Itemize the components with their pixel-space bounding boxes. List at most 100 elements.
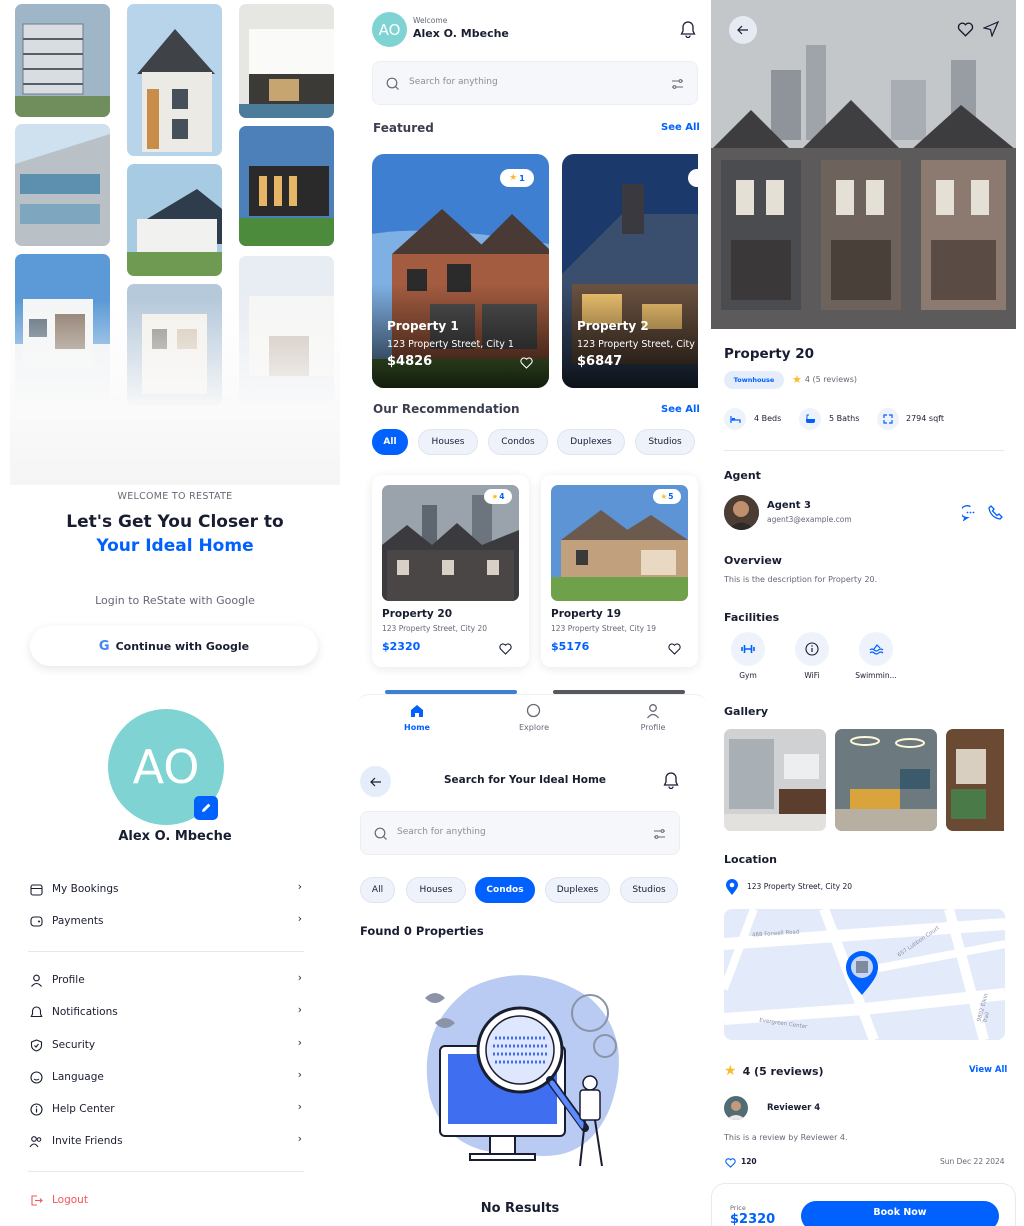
tab-profile[interactable]: Profile <box>628 703 678 732</box>
recommendation-see-all[interactable]: See All <box>661 404 700 415</box>
calendar-icon <box>28 881 44 897</box>
beds-count: 4 Beds <box>754 414 782 423</box>
arrow-left-icon <box>737 25 748 35</box>
location-map[interactable]: 488 Forwell Road 657 Lubbon Court Evergr… <box>724 909 1005 1040</box>
book-now-button[interactable]: Book Now <box>801 1201 999 1226</box>
search-bar[interactable]: Search for anything <box>372 61 698 105</box>
detail-back-button[interactable] <box>729 16 757 44</box>
menu-my-bookings[interactable]: My Bookings › <box>28 878 306 900</box>
phone-icon[interactable] <box>988 505 1003 520</box>
heart-icon[interactable] <box>725 1158 736 1168</box>
property-hero-image <box>711 0 1016 329</box>
filter-icon[interactable] <box>653 828 666 840</box>
collage-fade <box>10 300 340 485</box>
overview-title: Overview <box>724 554 782 567</box>
gallery-image-3[interactable] <box>946 729 1004 831</box>
filter-chip-condos[interactable]: Condos <box>475 877 535 903</box>
rating-badge: ★ 1 <box>500 169 534 187</box>
detail-divider <box>724 450 1004 451</box>
menu-label: Invite Friends <box>52 1135 123 1147</box>
chevron-right-icon: › <box>297 1101 302 1113</box>
rating-value: 1 <box>519 173 525 183</box>
search-input[interactable]: Search for anything <box>397 827 486 837</box>
heart-icon[interactable] <box>499 643 512 655</box>
menu-security[interactable]: Security › <box>28 1034 306 1056</box>
person-icon <box>646 704 660 719</box>
filter-chip-condos[interactable]: Condos <box>488 429 548 455</box>
search-icon <box>386 77 399 90</box>
review-likes: 120 <box>741 1157 757 1166</box>
menu-divider <box>28 1171 304 1172</box>
agent-section-title: Agent <box>724 469 761 482</box>
pencil-icon <box>202 803 211 812</box>
headline-line-1: Let's Get You Closer to <box>66 512 284 532</box>
menu-label: My Bookings <box>52 883 119 895</box>
agent-email: agent3@example.com <box>767 515 852 524</box>
review-date: Sun Dec 22 2024 <box>940 1157 1005 1166</box>
send-icon[interactable] <box>983 21 999 37</box>
featured-card-2[interactable]: Property 2 123 Property Street, City $68… <box>562 154 698 388</box>
gym-icon <box>731 632 765 666</box>
star-icon: ★ <box>724 1063 737 1079</box>
shield-icon <box>28 1037 44 1053</box>
filter-chip-all[interactable]: All <box>372 429 408 455</box>
map-pin-icon <box>726 879 738 895</box>
recommendation-card-1[interactable]: ★ 4 Property 20 123 Property Street, City… <box>372 475 529 667</box>
bell-icon[interactable] <box>680 21 696 42</box>
tab-home[interactable]: Home <box>393 703 441 732</box>
bell-icon[interactable] <box>663 772 679 793</box>
featured-name: Property 1 <box>387 319 459 333</box>
heart-icon[interactable] <box>668 643 681 655</box>
tab-explore[interactable]: Explore <box>509 703 559 732</box>
heart-icon[interactable] <box>957 22 974 37</box>
rating-value: 5 <box>668 492 674 501</box>
menu-label: Payments <box>52 915 104 927</box>
filter-chip-duplexes[interactable]: Duplexes <box>545 877 610 903</box>
filter-chip-all[interactable]: All <box>360 877 395 903</box>
search-bar[interactable]: Search for anything <box>360 811 680 855</box>
edit-avatar-button[interactable] <box>194 796 218 820</box>
collage-image-8 <box>239 126 334 246</box>
featured-see-all[interactable]: See All <box>661 122 700 133</box>
search-page-title: Search for Your Ideal Home <box>443 774 607 786</box>
heart-icon[interactable] <box>520 357 533 369</box>
featured-price: $6847 <box>577 354 623 369</box>
wifi-icon <box>795 632 829 666</box>
recommendation-card-2[interactable]: ★ 5 Property 19 123 Property Street, City… <box>541 475 698 667</box>
avatar[interactable]: AO <box>372 12 407 47</box>
detail-rating: ★ 4 (5 reviews) <box>792 373 857 386</box>
chevron-right-icon: › <box>297 1133 302 1145</box>
recommendation-title: Our Recommendation <box>373 402 520 416</box>
filter-chip-houses[interactable]: Houses <box>406 877 466 903</box>
featured-card-1[interactable]: ★ 1 Property 1 123 Property Street, City … <box>372 154 549 388</box>
property-price: $5176 <box>551 640 590 653</box>
collage-image-1 <box>15 4 110 117</box>
gallery-image-1[interactable] <box>724 729 826 831</box>
menu-notifications[interactable]: Notifications › <box>28 1001 306 1023</box>
back-button[interactable] <box>360 766 391 797</box>
reviews-view-all[interactable]: View All <box>969 1065 1007 1075</box>
logout-button[interactable]: Logout <box>28 1189 306 1211</box>
filter-chip-studios[interactable]: Studios <box>620 877 678 903</box>
filter-chip-houses[interactable]: Houses <box>418 429 478 455</box>
property-name: Property 19 <box>551 608 622 620</box>
baths-count: 5 Baths <box>829 414 860 423</box>
menu-invite-friends[interactable]: Invite Friends › <box>28 1130 306 1152</box>
info-icon <box>28 1101 44 1117</box>
location-address: 123 Property Street, City 20 <box>747 882 853 891</box>
chat-icon[interactable] <box>962 505 979 521</box>
agent-avatar <box>724 495 759 530</box>
menu-help-center[interactable]: Help Center › <box>28 1098 306 1120</box>
google-login-button[interactable]: G Continue with Google <box>30 626 318 666</box>
gallery-image-2[interactable] <box>835 729 937 831</box>
search-input[interactable]: Search for anything <box>409 77 498 87</box>
filter-chip-studios[interactable]: Studios <box>635 429 695 455</box>
menu-profile[interactable]: Profile › <box>28 969 306 991</box>
chevron-right-icon: › <box>297 881 302 893</box>
filter-chip-duplexes[interactable]: Duplexes <box>557 429 625 455</box>
bed-icon <box>724 408 746 430</box>
filter-icon[interactable] <box>671 78 684 90</box>
menu-payments[interactable]: Payments › <box>28 910 306 932</box>
menu-language[interactable]: Language › <box>28 1066 306 1088</box>
facility-label: Gym <box>739 671 757 680</box>
